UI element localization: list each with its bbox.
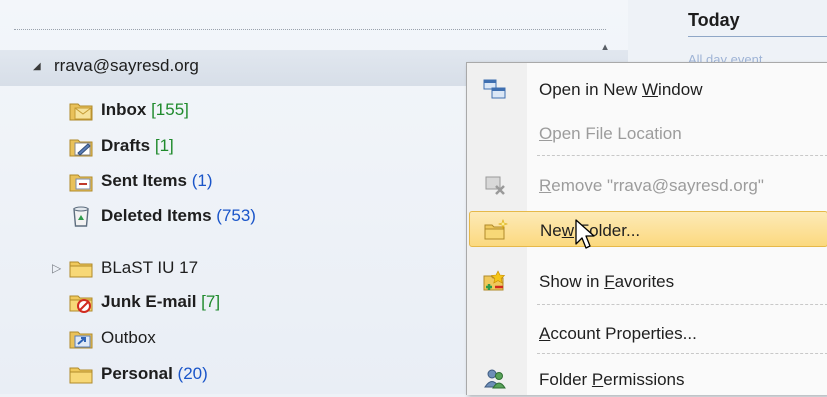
menu-label: Open in New Window <box>539 80 703 99</box>
folder-label: Inbox [155] <box>101 100 189 119</box>
folder-icon <box>69 367 93 384</box>
menu-label: Folder Permissions <box>539 370 685 389</box>
sent-items-icon <box>69 174 93 192</box>
favorites-icon <box>483 270 506 291</box>
menu-separator <box>537 155 827 156</box>
unread-count: [155] <box>151 100 189 119</box>
menu-folder-permissions[interactable]: Folder Permissions <box>469 361 827 397</box>
divider <box>688 36 827 37</box>
menu-label: Open File Location <box>539 124 682 143</box>
menu-open-file-location[interactable]: Open File Location <box>469 115 827 151</box>
folder-label: Deleted Items (753) <box>101 206 256 225</box>
folder-label: Outbox <box>101 328 156 347</box>
unread-count: (20) <box>177 364 208 383</box>
folder-label: BLaST IU 17 <box>101 258 199 277</box>
folder-personal[interactable]: Personal (20) <box>0 359 470 389</box>
folder-label: Drafts [1] <box>101 136 174 155</box>
drafts-icon <box>69 139 93 157</box>
junk-count: [7] <box>201 292 221 311</box>
menu-new-folder[interactable]: New Folder... <box>469 211 827 247</box>
expand-arrow-icon[interactable]: ▷ <box>52 261 61 275</box>
folder-sent-items[interactable]: Sent Items (1) <box>0 166 470 196</box>
permissions-icon <box>484 369 506 389</box>
folder-label: Personal (20) <box>101 364 208 383</box>
folder-inbox[interactable]: Inbox [155] <box>0 95 470 125</box>
menu-label: Account Properties... <box>539 324 697 343</box>
inbox-icon <box>69 103 93 121</box>
folder-label: Sent Items (1) <box>101 171 213 190</box>
collapse-triangle-icon[interactable]: ◢ <box>33 61 41 72</box>
draft-count: [1] <box>154 136 174 155</box>
unread-count: (1) <box>191 171 213 190</box>
menu-show-in-favorites[interactable]: Show in Favorites <box>469 263 827 299</box>
folder-drafts[interactable]: Drafts [1] <box>0 131 470 161</box>
menu-label: Remove "rrava@sayresd.org" <box>539 176 764 195</box>
menu-label: Show in Favorites <box>539 272 675 291</box>
folder-blast-iu-17[interactable]: ▷ BLaST IU 17 <box>0 253 470 283</box>
folder-deleted-items[interactable]: Deleted Items (753) <box>0 201 470 231</box>
remove-account-icon <box>485 176 505 195</box>
folder-icon <box>69 261 93 278</box>
menu-separator <box>537 304 827 305</box>
menu-open-in-new-window[interactable]: Open in New Window <box>469 71 827 107</box>
menu-account-properties[interactable]: Account Properties... <box>469 315 827 351</box>
deleted-items-icon <box>73 206 89 227</box>
mouse-cursor-icon <box>575 219 595 249</box>
junk-icon <box>69 295 93 313</box>
folder-label: Junk E-mail [7] <box>101 292 221 311</box>
new-window-icon <box>483 79 506 99</box>
account-name: rrava@sayresd.org <box>54 56 199 75</box>
context-menu: Open in New Window Open File Location Re… <box>466 62 827 395</box>
folder-junk-email[interactable]: Junk E-mail [7] <box>0 287 470 317</box>
folder-outbox[interactable]: Outbox <box>0 323 470 353</box>
divider <box>14 29 606 30</box>
menu-separator <box>537 353 827 354</box>
unread-count: (753) <box>216 206 256 225</box>
calendar-today-title: Today <box>688 10 740 30</box>
new-folder-icon <box>484 219 508 240</box>
outbox-icon <box>69 331 93 349</box>
menu-remove-account[interactable]: Remove "rrava@sayresd.org" <box>469 167 827 203</box>
